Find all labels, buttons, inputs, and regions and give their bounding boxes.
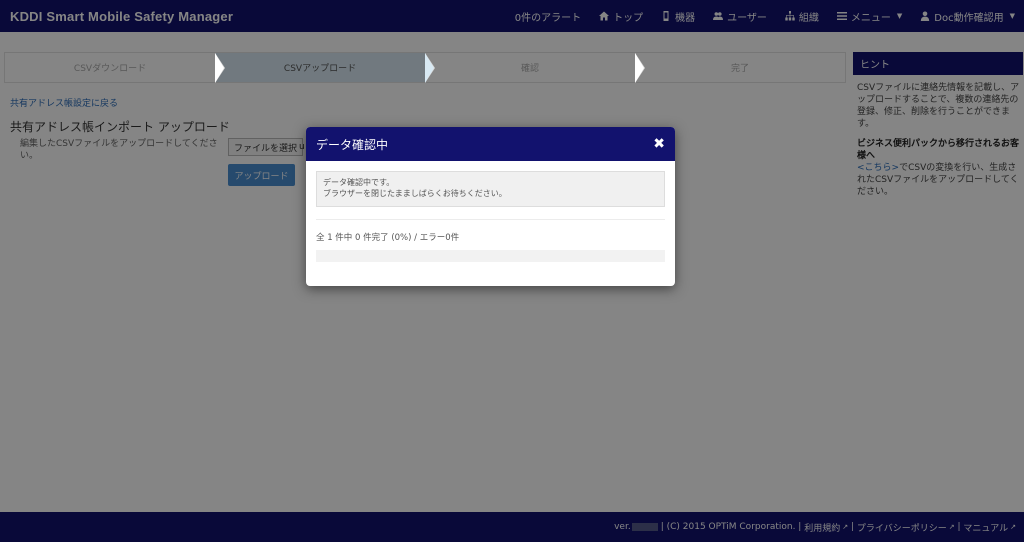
data-check-modal: データ確認中 ✖ データ確認中です。 ブラウザーを閉じたまましばらくお待ちくださ… xyxy=(306,127,675,286)
modal-backdrop[interactable]: データ確認中 ✖ データ確認中です。 ブラウザーを閉じたまましばらくお待ちくださ… xyxy=(0,0,1024,542)
progress-bar xyxy=(316,250,665,262)
status-message-box: データ確認中です。 ブラウザーを閉じたまましばらくお待ちください。 xyxy=(316,171,665,207)
divider xyxy=(316,219,665,220)
modal-header: データ確認中 ✖ xyxy=(306,127,675,161)
modal-body: データ確認中です。 ブラウザーを閉じたまましばらくお待ちください。 全 1 件中… xyxy=(306,161,675,272)
status-message-line-2: ブラウザーを閉じたまましばらくお待ちください。 xyxy=(323,189,507,198)
status-message-line-1: データ確認中です。 xyxy=(323,178,395,187)
progress-status-text: 全 1 件中 0 件完了 (0%) / エラー0件 xyxy=(316,233,460,243)
modal-title: データ確認中 xyxy=(316,137,389,152)
close-icon[interactable]: ✖ xyxy=(653,136,665,152)
